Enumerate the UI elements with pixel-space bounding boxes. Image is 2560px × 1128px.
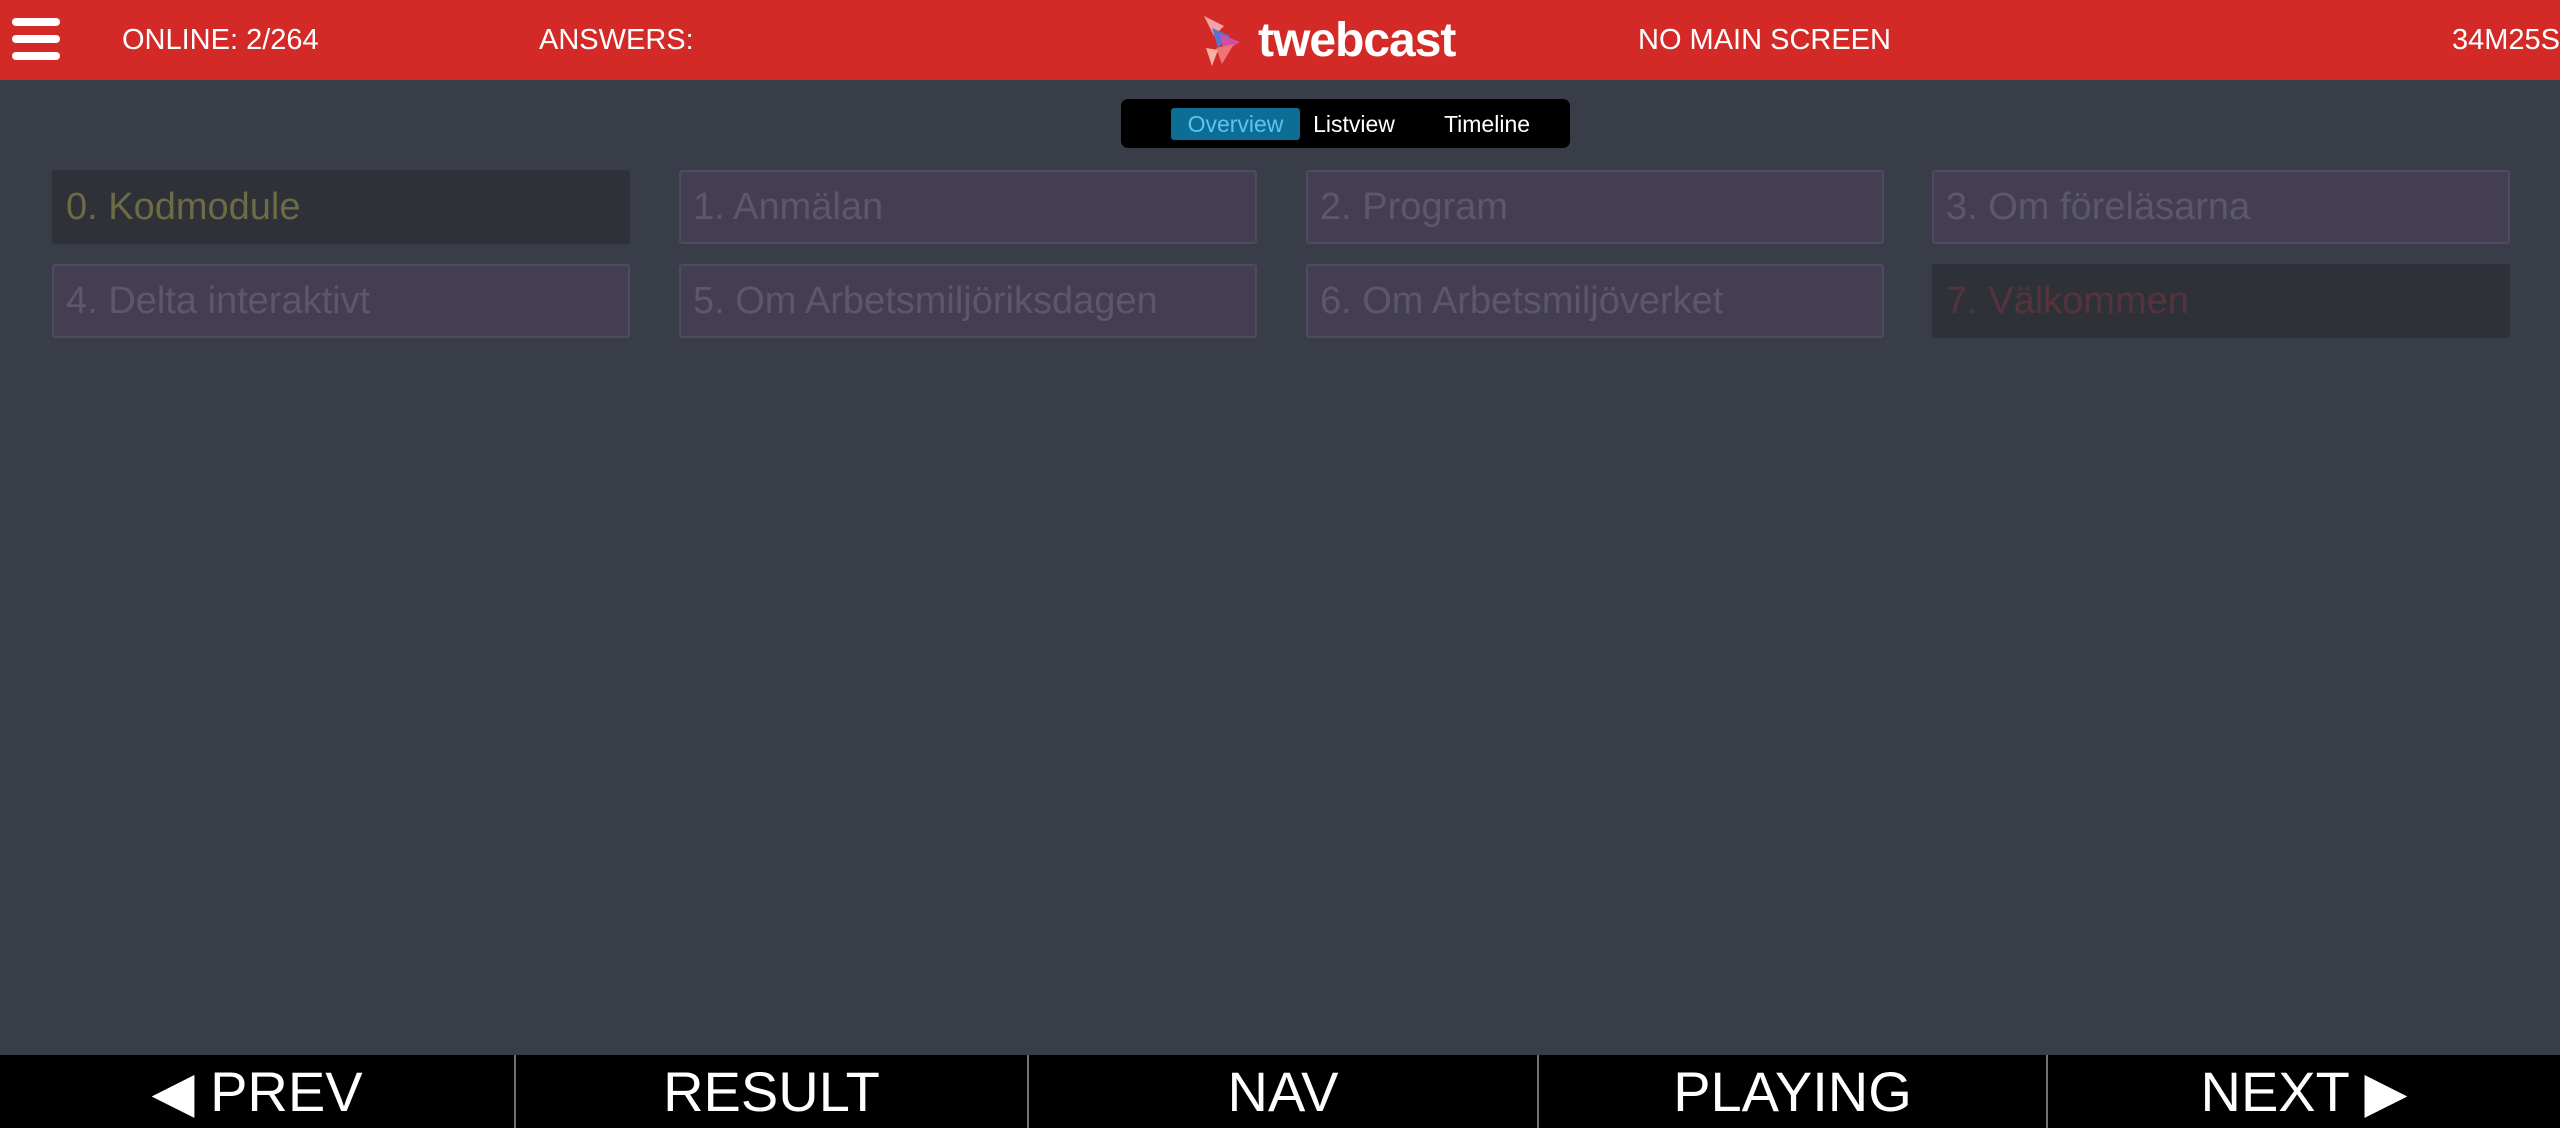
tab-timeline[interactable]: Timeline — [1432, 108, 1542, 140]
twebcast-logo: twebcast — [1200, 14, 1456, 68]
module-tile-om-arbetsmiljoverket[interactable]: 6. Om Arbetsmiljöverket — [1306, 264, 1884, 338]
tab-overview[interactable]: Overview — [1171, 108, 1300, 140]
module-tile-kodmodule[interactable]: 0. Kodmodule — [52, 170, 630, 244]
module-tile-om-arbetsmiljoriksdagen[interactable]: 5. Om Arbetsmiljöriksdagen — [679, 264, 1257, 338]
next-button[interactable]: NEXT ▶ — [2048, 1055, 2560, 1128]
hamburger-line — [12, 52, 60, 60]
answers-count: ANSWERS: — [539, 24, 694, 56]
nav-button[interactable]: NAV — [1029, 1055, 1537, 1128]
twebcast-logo-text: twebcast — [1258, 14, 1456, 67]
twebcast-logo-icon — [1204, 16, 1240, 66]
online-count: ONLINE: 2/264 — [122, 24, 319, 56]
module-tile-program[interactable]: 2. Program — [1306, 170, 1884, 244]
hamburger-menu-icon[interactable] — [12, 18, 60, 60]
module-tile-om-forelasarna[interactable]: 3. Om föreläsarna — [1932, 170, 2510, 244]
view-switcher: Overview Listview Timeline — [1121, 99, 1570, 148]
main-screen-status: NO MAIN SCREEN — [1638, 24, 1891, 56]
module-tile-delta-interaktivt[interactable]: 4. Delta interaktivt — [52, 264, 630, 338]
playing-button[interactable]: PLAYING — [1539, 1055, 2046, 1128]
result-button[interactable]: RESULT — [516, 1055, 1027, 1128]
top-bar: ONLINE: 2/264 ANSWERS: twebcast NO MAIN … — [0, 0, 2560, 80]
module-tile-valkommen[interactable]: 7. Välkommen — [1932, 264, 2510, 338]
module-tile-anmalan[interactable]: 1. Anmälan — [679, 170, 1257, 244]
prev-button[interactable]: ◀ PREV — [0, 1055, 514, 1128]
hamburger-line — [12, 18, 60, 26]
bottom-nav-bar: ◀ PREV RESULT NAV PLAYING NEXT ▶ — [0, 1055, 2560, 1128]
tab-listview[interactable]: Listview — [1304, 108, 1404, 140]
session-timer: 34M25S — [2451, 24, 2560, 56]
hamburger-line — [12, 35, 60, 43]
